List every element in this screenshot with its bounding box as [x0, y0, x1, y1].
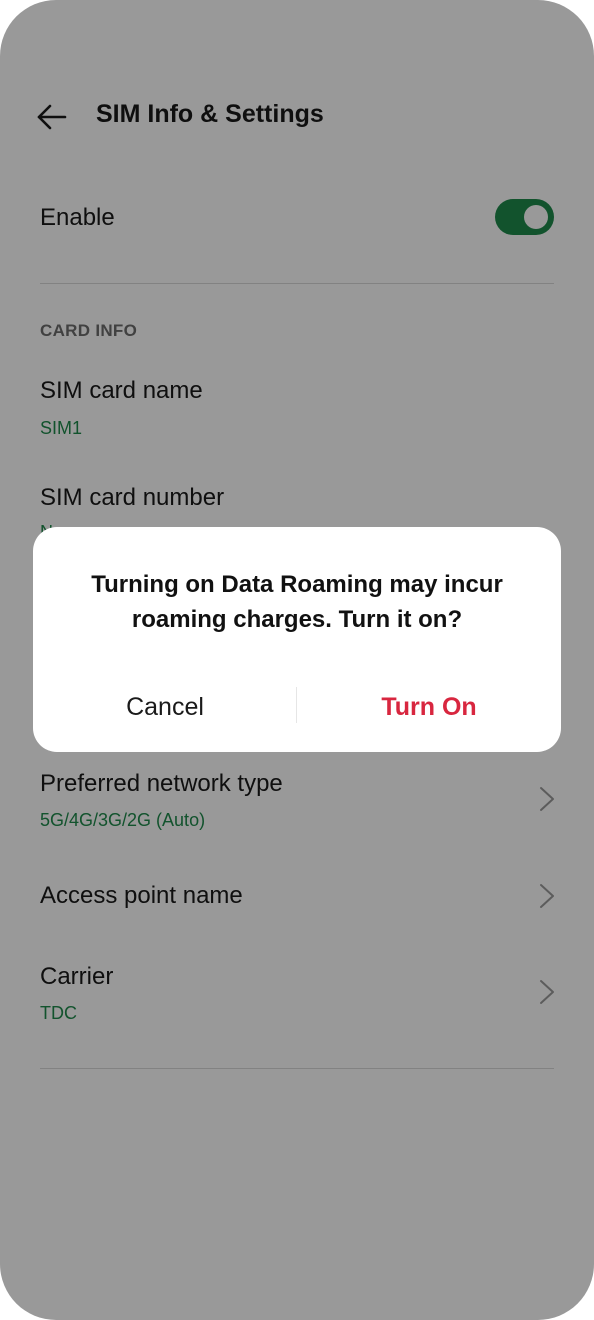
phone-frame: 10:00 SIM Info & Settings Enable CARD IN…	[0, 0, 594, 1320]
dialog-message: Turning on Data Roaming may incur roamin…	[91, 571, 503, 633]
turn-on-button[interactable]: Turn On	[297, 687, 561, 727]
cancel-button[interactable]: Cancel	[33, 687, 297, 727]
data-roaming-dialog: Turning on Data Roaming may incur roamin…	[33, 527, 561, 752]
